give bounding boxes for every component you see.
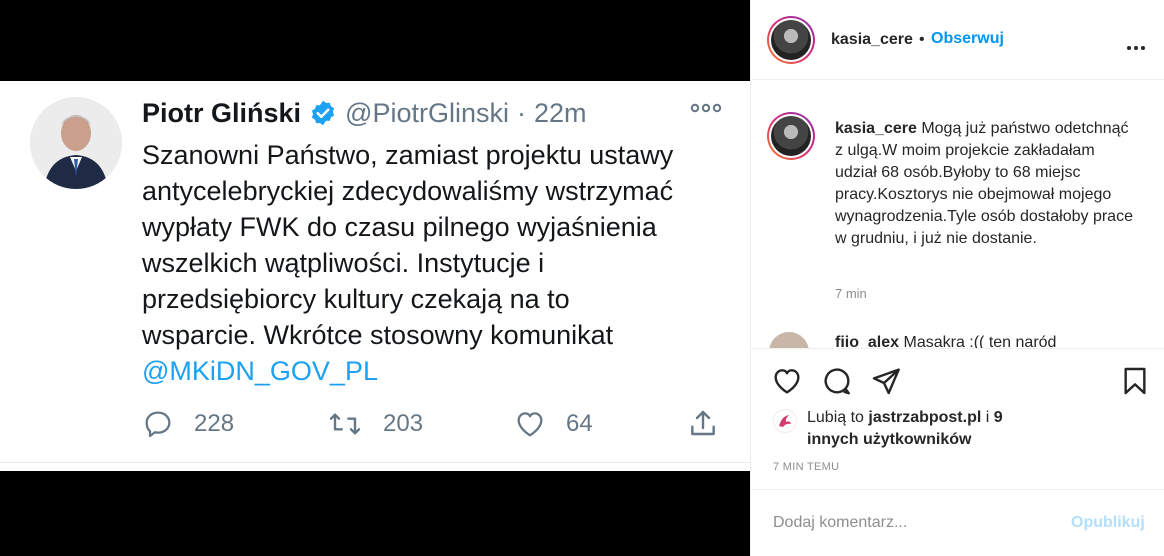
tweet-line: wszelkich wątpliwości. Instytucje i [142,248,545,278]
like-count: 64 [566,410,593,437]
header-separator: • [919,31,925,48]
tweet-avatar [30,97,122,189]
share-icon[interactable] [870,365,902,402]
tweet-line: wypłaty FWK do czasu pilnego wyjaśnienia [142,212,657,242]
tweet-line: antycelebryckiej zdecydowaliśmy wstrzyma… [142,176,674,206]
post-header: kasia_cere • Obserwuj [751,0,1164,80]
like-icon[interactable] [771,365,803,402]
likes-conj: i [985,409,990,426]
verified-badge-icon [309,99,337,127]
reply-count: 228 [194,410,235,437]
tweet-time: 22m [534,97,587,128]
comment-text: Masakra :(( ten naród [903,334,1057,348]
caption-avatar[interactable] [767,112,815,160]
post-actions-section: Lubią to jastrzabpost.pl i 9 innych użyt… [751,348,1164,488]
comments-list[interactable]: kasia_cere Mogą już państwo odetchnąć z … [751,80,1164,348]
author-username[interactable]: kasia_cere [831,31,913,49]
comment-input[interactable]: Dodaj komentarz... [773,514,907,532]
comment-username[interactable]: fiio_alex [835,334,899,348]
likes-prefix: Lubią to [807,409,864,426]
tweet-actions: 228 203 64 [142,406,722,442]
post-timestamp: 7 MIN TEMU [773,461,840,473]
tweet-like-action: 64 [514,406,593,442]
comment-icon[interactable] [821,365,853,402]
publish-button[interactable]: Opublikuj [1071,514,1145,532]
tweet-divider [0,462,750,463]
tweet-author-handle: @PiotrGlinski [345,97,509,128]
caption-text: kasia_cere Mogą już państwo odetchnąć z … [835,118,1135,250]
liker-username[interactable]: jastrzabpost.pl [868,409,981,426]
comment-avatar[interactable] [769,332,809,348]
tweet-text: Szanowni Państwo, zamiast projektu ustaw… [142,137,742,389]
share-icon [691,410,715,436]
caption-time: 7 min [835,286,867,301]
post-sidebar: kasia_cere • Obserwuj kasia_cere Mogą ju… [750,0,1164,556]
add-comment-bar: Dodaj komentarz... Opublikuj [751,489,1164,556]
tweet-retweet-action: 203 [327,406,423,442]
tweet-more-icon [690,101,722,120]
tweet-share-action [687,406,739,442]
caption-username[interactable]: kasia_cere [835,120,917,137]
more-options-icon[interactable] [1126,38,1146,56]
tweet-separator: · [517,97,526,128]
tweet-line: przedsiębiorcy kultury czekają na to [142,284,570,314]
bookmark-icon[interactable] [1119,365,1151,402]
tweet-line: Szanowni Państwo, zamiast projektu ustaw… [142,140,674,170]
tweet-line: wsparcie. Wkrótce stosowny komunikat [142,320,614,350]
tweet-mention: @MKiDN_GOV_PL [142,356,378,386]
author-avatar[interactable] [767,16,815,64]
likes-summary: Lubią to jastrzabpost.pl i 9 innych użyt… [807,407,1057,451]
tweet-author-name: Piotr Gliński [142,97,302,128]
comment-item: fiio_alex Masakra :(( ten naród [835,334,1056,348]
liker-avatar[interactable] [773,409,797,433]
caption-body: Mogą już państwo odetchnąć z ulgą.W moim… [835,120,1133,247]
tweet-reply-action: 228 [142,406,234,442]
reply-icon [145,411,171,438]
heart-icon [517,412,543,437]
retweet-icon [329,413,361,435]
tweet-card: Piotr Gliński @PiotrGlinski · 22m Szanow… [0,81,750,471]
retweet-count: 203 [383,410,424,437]
follow-button[interactable]: Obserwuj [931,30,1004,48]
post-media[interactable]: Piotr Gliński @PiotrGlinski · 22m Szanow… [0,0,750,556]
